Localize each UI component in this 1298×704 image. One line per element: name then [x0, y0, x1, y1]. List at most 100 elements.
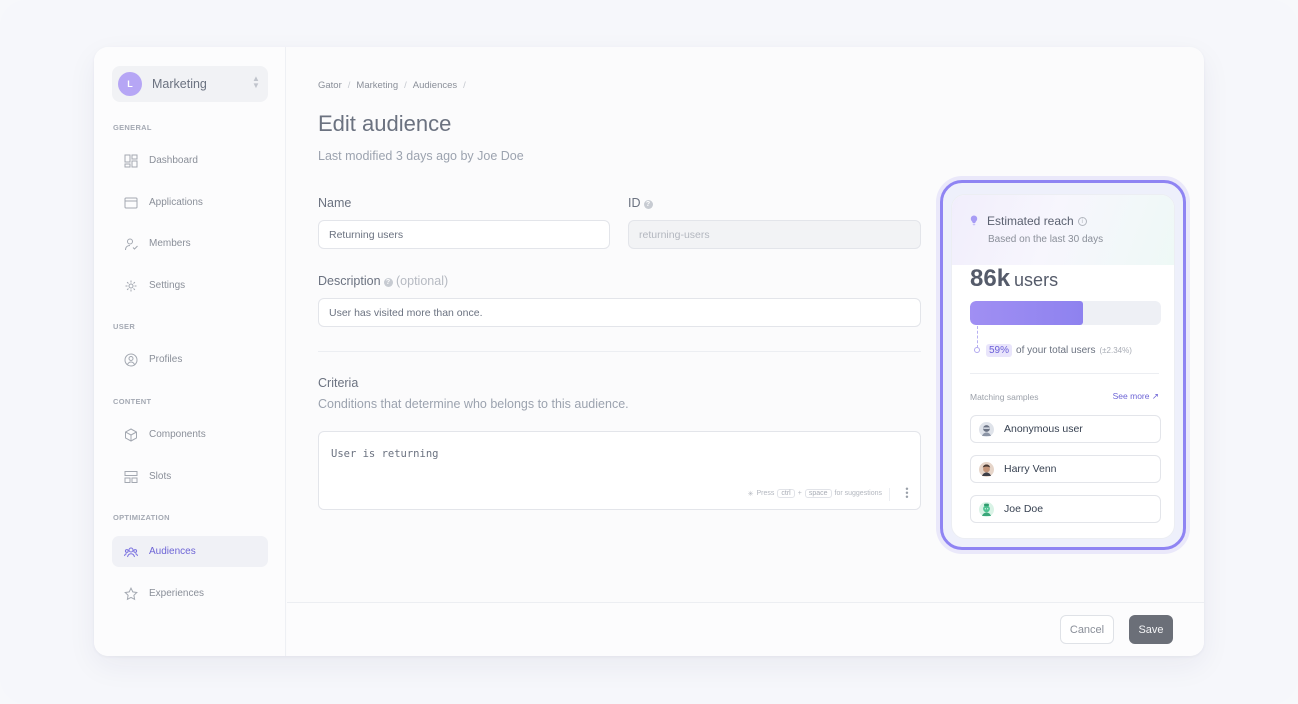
star-icon — [124, 586, 138, 601]
sidebar-item-members[interactable]: Members — [112, 228, 268, 259]
estimated-reach-panel: Estimated reach i Based on the last 30 d… — [940, 180, 1186, 550]
name-input[interactable]: Returning users — [318, 220, 610, 249]
hint-press: Press — [756, 490, 775, 497]
sidebar-item-profiles[interactable]: Profiles — [112, 344, 268, 375]
progress-marker — [974, 347, 980, 353]
sample-name: Anonymous user — [1004, 423, 1083, 435]
reach-subtitle: Based on the last 30 days — [988, 234, 1104, 245]
kbd-space: space — [804, 489, 832, 498]
sidebar-item-label: Applications — [149, 197, 203, 208]
sidebar-item-audiences[interactable]: Audiences — [112, 536, 268, 567]
page-subtitle: Last modified 3 days ago by Joe Doe — [318, 149, 524, 163]
help-icon[interactable]: ? — [383, 278, 393, 287]
sidebar-item-label: Profiles — [149, 354, 183, 365]
section-divider — [318, 351, 921, 352]
percent-text: of your total users — [1016, 345, 1096, 356]
sample-name: Harry Venn — [1004, 463, 1057, 475]
sample-name: Joe Doe — [1004, 503, 1044, 515]
footer-bar: Cancel Save — [287, 602, 1204, 656]
id-label-group: ID? — [628, 196, 653, 210]
criteria-title: Criteria — [318, 376, 359, 390]
sample-item[interactable]: Anonymous user — [970, 415, 1161, 443]
kbd-ctrl: ctrl — [777, 489, 795, 498]
chevron-updown-icon: ▲ ▼ — [252, 74, 260, 90]
breadcrumb-separator: / — [347, 80, 351, 91]
joe-avatar — [979, 501, 994, 517]
section-label-content: CONTENT — [113, 397, 152, 406]
criteria-code[interactable]: User is returning — [331, 448, 438, 460]
sidebar-item-settings[interactable]: Settings — [112, 270, 268, 301]
sidebar-item-label: Experiences — [149, 588, 205, 599]
applications-icon — [124, 196, 138, 210]
cancel-button[interactable]: Cancel — [1060, 615, 1114, 644]
sparkle-icon: ✳ — [747, 490, 754, 498]
sidebar: L Marketing ▲ ▼ GENERAL Dashboard Applica… — [94, 47, 286, 656]
anonymous-avatar — [979, 421, 994, 437]
id-input: returning-users — [628, 220, 921, 249]
audiences-icon — [124, 545, 138, 559]
description-input[interactable]: User has visited more than once. — [318, 298, 921, 327]
sidebar-item-label: Slots — [149, 471, 172, 482]
hint-suffix: for suggestions — [834, 490, 882, 497]
reach-header: Estimated reach i — [970, 214, 1087, 228]
breadcrumb-separator: / — [463, 80, 466, 91]
description-label-group: Description? (optional) — [318, 274, 448, 288]
sample-item[interactable]: Joe Doe — [970, 495, 1161, 523]
breadcrumb: Gator / Marketing / Audiences / — [318, 80, 466, 91]
sidebar-item-label: Dashboard — [149, 155, 198, 166]
see-more-link[interactable]: See more ↗ — [1113, 391, 1159, 402]
section-label-user: USER — [113, 322, 136, 331]
section-label-general: GENERAL — [113, 123, 152, 132]
page-title: Edit audience — [318, 111, 452, 136]
percent-badge: 59% — [986, 344, 1013, 357]
breadcrumb-item[interactable]: Gator — [318, 80, 342, 91]
hint-plus: + — [797, 490, 802, 497]
sample-item[interactable]: Harry Venn — [970, 455, 1161, 483]
dashboard-icon — [124, 154, 138, 168]
help-icon[interactable]: ? — [643, 200, 653, 209]
reach-title: Estimated reach — [987, 214, 1074, 228]
members-icon — [124, 237, 138, 251]
percent-row: 59% of your total users (±2.34%) — [986, 344, 1132, 357]
cube-icon — [124, 427, 138, 442]
harry-avatar — [979, 461, 994, 477]
sidebar-item-components[interactable]: Components — [112, 419, 268, 450]
criteria-editor[interactable]: User is returning ✳ Press ctrl + space f… — [318, 431, 921, 510]
optional-tag: (optional) — [396, 274, 449, 288]
lightbulb-icon — [970, 215, 978, 226]
breadcrumb-item[interactable]: Marketing — [356, 80, 398, 91]
breadcrumb-item[interactable]: Audiences — [413, 80, 457, 91]
progress-connector — [977, 326, 978, 348]
more-vertical-icon[interactable]: • • • — [905, 485, 909, 502]
reach-count-value: 86k — [970, 265, 1011, 292]
sidebar-item-dashboard[interactable]: Dashboard — [112, 145, 268, 176]
sidebar-item-label: Settings — [149, 280, 186, 291]
id-label: ID — [628, 196, 641, 210]
see-more-label: See more — [1112, 391, 1150, 401]
breadcrumb-separator: / — [404, 80, 407, 91]
arrow-up-right-icon: ↗ — [1151, 391, 1159, 401]
samples-label: Matching samples — [970, 392, 1039, 402]
criteria-subtitle: Conditions that determine who belongs to… — [318, 397, 629, 411]
sidebar-item-label: Components — [149, 429, 206, 440]
reach-progress-fill — [970, 301, 1083, 325]
workspace-switcher[interactable]: L Marketing ▲ ▼ — [112, 66, 268, 102]
profile-icon — [124, 353, 138, 367]
hint-divider — [889, 488, 890, 501]
sidebar-item-slots[interactable]: Slots — [112, 461, 268, 492]
settings-icon — [124, 279, 138, 293]
estimated-reach-card: Estimated reach i Based on the last 30 d… — [951, 194, 1175, 539]
card-header-gradient — [952, 195, 1174, 265]
sidebar-item-label: Audiences — [149, 546, 196, 557]
name-label: Name — [318, 196, 352, 210]
sidebar-item-experiences[interactable]: Experiences — [112, 578, 268, 609]
workspace-name: Marketing — [152, 77, 207, 91]
save-button[interactable]: Save — [1129, 615, 1173, 644]
percent-margin: (±2.34%) — [1099, 346, 1132, 355]
workspace-avatar: L — [118, 72, 142, 96]
reach-count-unit: users — [1014, 270, 1059, 290]
info-icon[interactable]: i — [1077, 216, 1087, 226]
suggestions-hint: ✳ Press ctrl + space for suggestions — [748, 489, 882, 498]
slots-icon — [124, 470, 138, 484]
sidebar-item-applications[interactable]: Applications — [112, 187, 268, 218]
